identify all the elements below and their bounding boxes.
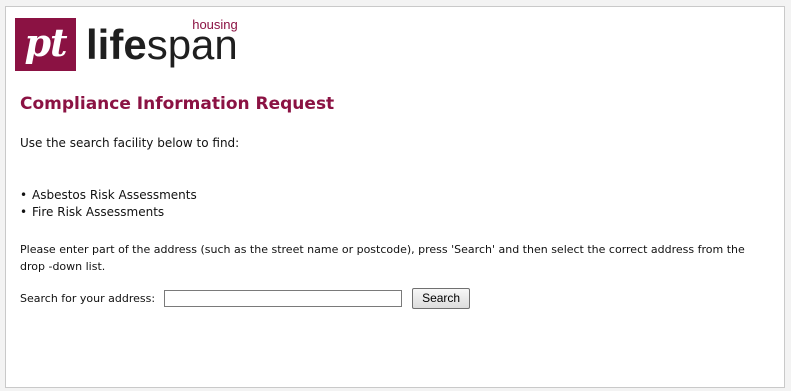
list-item-label: Asbestos Risk Assessments [32, 188, 197, 202]
pt-logo-mark: pt [15, 18, 76, 71]
instructions-text: Please enter part of the address (such a… [20, 243, 745, 273]
assessment-list: • Asbestos Risk Assessments • Fire Risk … [20, 187, 197, 221]
search-button[interactable]: Search [412, 287, 471, 309]
logo-word-bold: life [86, 21, 147, 68]
list-item-label: Fire Risk Assessments [32, 205, 165, 219]
list-item: • Fire Risk Assessments [20, 204, 197, 221]
list-item: • Asbestos Risk Assessments [20, 187, 197, 204]
bullet-icon: • [20, 188, 28, 202]
address-search-input[interactable] [164, 289, 403, 307]
page-title: Compliance Information Request [20, 94, 335, 114]
logo-wordmark: life span housing [86, 18, 238, 71]
intro-text: Use the search facility below to find: [20, 136, 240, 150]
lifespan-housing-logo: pt life span housing [15, 18, 251, 71]
logo-subtitle: housing [192, 17, 238, 32]
content-panel: pt life span housing Compliance Informati… [5, 6, 785, 388]
search-label: Search for your address: [20, 291, 156, 305]
bullet-icon: • [20, 205, 28, 219]
search-row: Search for your address: Search [20, 287, 471, 309]
